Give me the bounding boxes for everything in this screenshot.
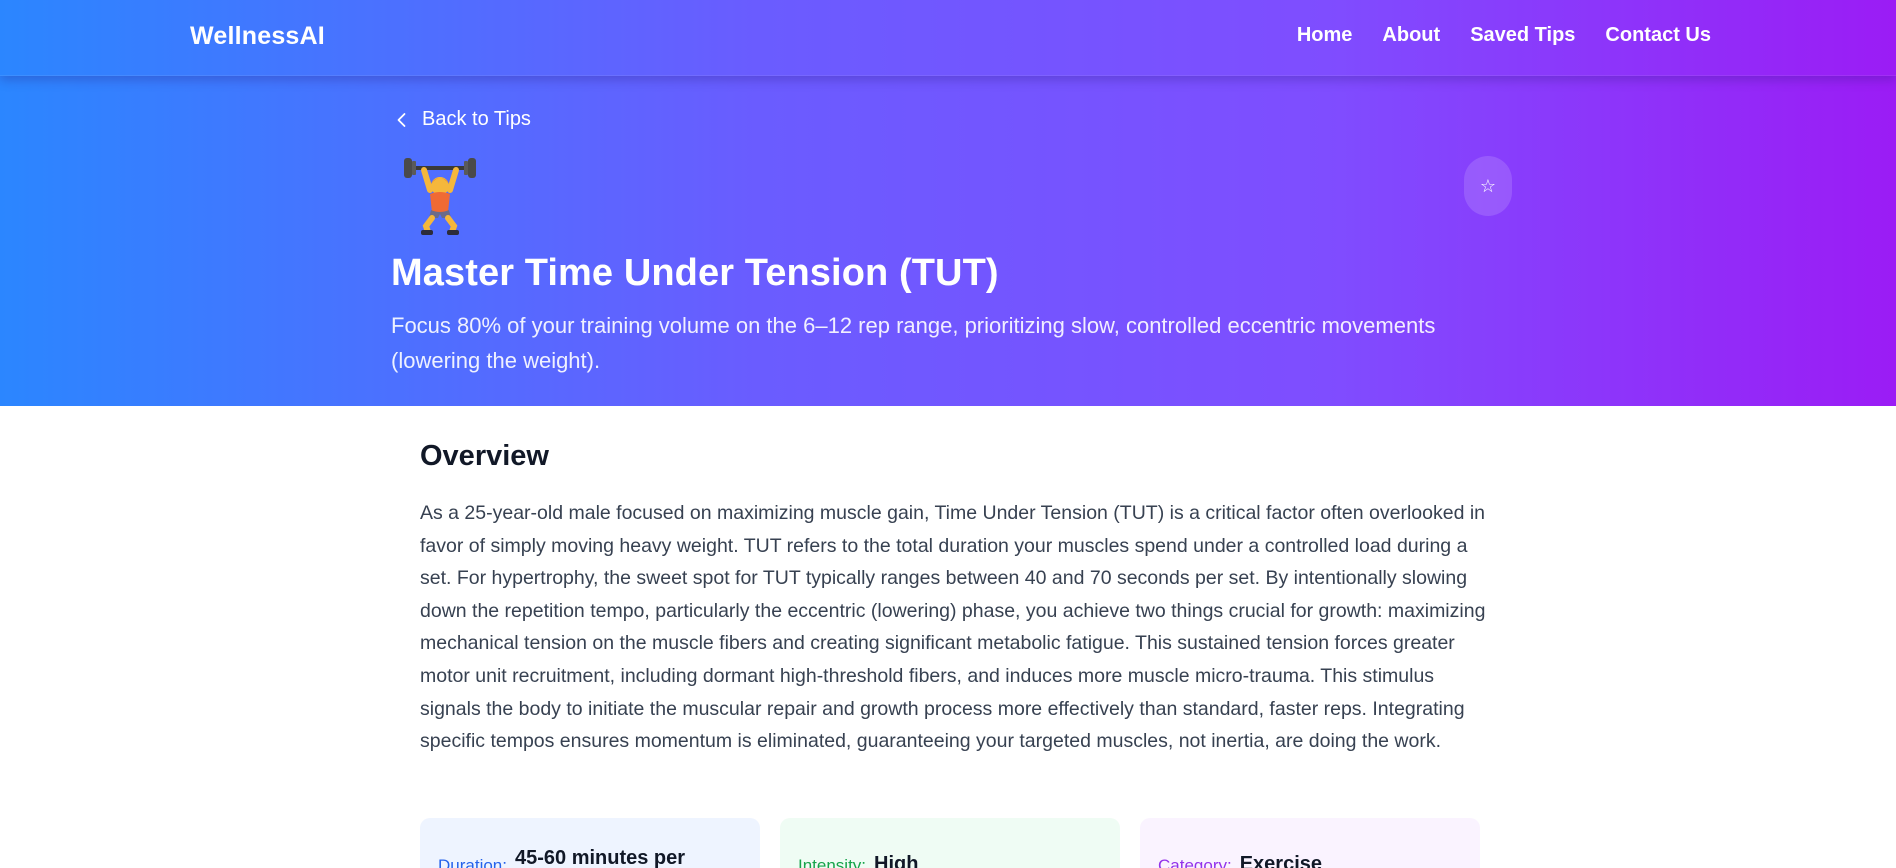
brand-logo[interactable]: WellnessAI (190, 22, 325, 51)
weightlifter-emoji-icon (404, 158, 476, 235)
star-icon: ☆ (1479, 175, 1497, 196)
back-to-tips-label: Back to Tips (422, 108, 531, 130)
page-title: Master Time Under Tension (TUT) (391, 252, 999, 294)
intensity-value: High (874, 853, 919, 868)
duration-card: Duration: 45-60 minutes per (420, 818, 760, 868)
nav-link-about[interactable]: About (1382, 24, 1440, 47)
category-label: Category: (1158, 856, 1232, 868)
category-value: Exercise (1239, 853, 1322, 868)
overview-body: As a 25-year-old male focused on maximiz… (420, 502, 1486, 753)
back-to-tips-link[interactable]: Back to Tips (392, 108, 531, 131)
chevron-left-icon (397, 112, 406, 127)
nav-link-contact-us[interactable]: Contact Us (1605, 24, 1711, 47)
category-card: Category: Exercise (1140, 818, 1480, 868)
duration-label: Duration: (438, 856, 507, 868)
tip-info-cards: Duration: 45-60 minutes per Intensity: H… (420, 818, 1480, 868)
save-tip-star-button[interactable]: ☆ (1464, 156, 1512, 216)
intensity-label: Intensity: (798, 856, 867, 868)
overview-heading: Overview (420, 440, 549, 472)
page-subtitle: Focus 80% of your training volume on the… (391, 313, 1436, 373)
duration-value: 45-60 minutes per (514, 847, 686, 868)
nav-link-saved-tips[interactable]: Saved Tips (1470, 24, 1575, 47)
intensity-card: Intensity: High (780, 818, 1120, 868)
navbar: WellnessAI Home About Saved Tips Contact… (0, 0, 1896, 76)
hero-banner: WellnessAI Home About Saved Tips Contact… (0, 0, 1896, 406)
nav-link-home[interactable]: Home (1297, 24, 1353, 47)
nav-links: Home About Saved Tips Contact Us (1297, 24, 1711, 47)
